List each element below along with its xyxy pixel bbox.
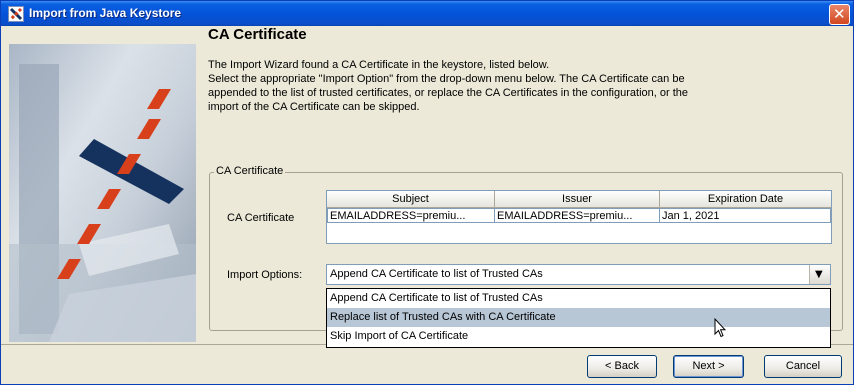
certificate-table[interactable]: Subject Issuer Expiration Date EMAILADDR…: [326, 190, 832, 244]
import-options-dropdown-button[interactable]: ▼: [809, 265, 830, 284]
window-title: Import from Java Keystore: [29, 6, 182, 20]
close-button[interactable]: ✕: [829, 4, 850, 25]
mouse-cursor-icon: [714, 318, 726, 338]
table-cell-issuer[interactable]: EMAILADDRESS=premiu...: [494, 208, 660, 223]
page-description: The Import Wizard found a CA Certificate…: [208, 58, 808, 114]
description-line: appended to the list of trusted certific…: [208, 87, 688, 99]
table-cell-expiration[interactable]: Jan 1, 2021: [659, 208, 831, 223]
table-cell-subject[interactable]: EMAILADDRESS=premiu...: [327, 208, 495, 223]
chevron-down-icon: ▼: [815, 269, 823, 280]
import-options-value: Append CA Certificate to list of Trusted…: [330, 268, 543, 280]
import-options-list[interactable]: Append CA Certificate to list of Trusted…: [326, 288, 831, 348]
cancel-button[interactable]: Cancel: [764, 355, 842, 378]
back-button[interactable]: < Back: [587, 355, 657, 378]
app-icon: [8, 6, 24, 22]
column-header-expiration[interactable]: Expiration Date: [660, 191, 831, 208]
option-replace[interactable]: Replace list of Trusted CAs with CA Cert…: [327, 308, 830, 327]
description-line: import of the CA Certificate can be skip…: [208, 101, 420, 113]
description-line: Select the appropriate "Import Option" f…: [208, 73, 685, 85]
title-bar[interactable]: Import from Java Keystore ✕: [1, 1, 853, 27]
close-icon: ✕: [833, 5, 846, 23]
column-header-subject[interactable]: Subject: [327, 191, 495, 208]
option-append[interactable]: Append CA Certificate to list of Trusted…: [327, 289, 830, 308]
wizard-side-image: [9, 44, 196, 342]
group-title: CA Certificate: [214, 165, 286, 177]
import-options-select[interactable]: Append CA Certificate to list of Trusted…: [326, 264, 831, 285]
option-skip[interactable]: Skip Import of CA Certificate: [327, 327, 830, 346]
column-header-issuer[interactable]: Issuer: [495, 191, 660, 208]
description-line: The Import Wizard found a CA Certificate…: [208, 59, 550, 71]
next-button[interactable]: Next >: [673, 355, 744, 378]
page-title: CA Certificate: [208, 26, 307, 43]
ca-certificate-label: CA Certificate: [227, 212, 295, 224]
import-options-label: Import Options:: [227, 269, 303, 281]
